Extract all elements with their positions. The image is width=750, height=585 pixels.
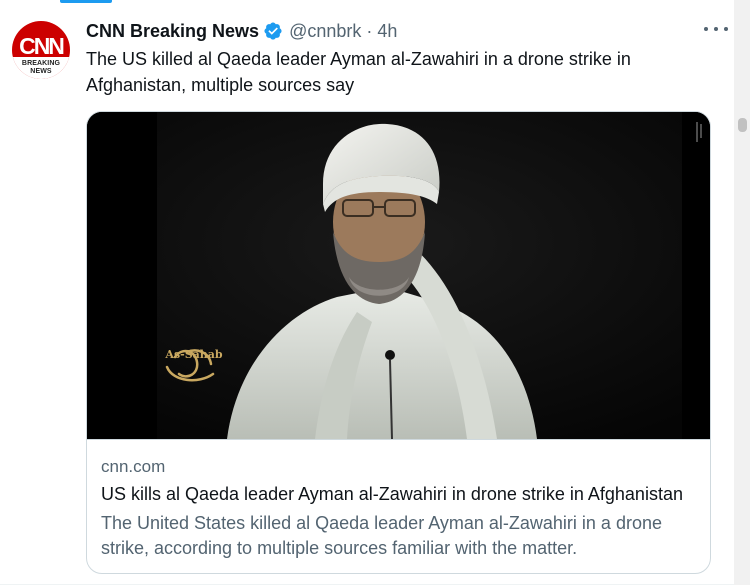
cnn-logo-text: CNN <box>19 32 65 59</box>
avatar-breaking-band: BREAKING NEWS <box>12 57 70 79</box>
card-body[interactable]: cnn.com US kills al Qaeda leader Ayman a… <box>87 456 710 561</box>
scrollbar-thumb[interactable] <box>738 118 747 132</box>
card-description: The United States killed al Qaeda leader… <box>101 513 662 558</box>
watermark-text: As-Sahab <box>165 348 223 361</box>
card-title: US kills al Qaeda leader Ayman al-Zawahi… <box>101 484 683 504</box>
card-domain: cnn.com <box>101 457 166 476</box>
separator: · <box>366 20 373 41</box>
avatar[interactable]: CNN BREAKING NEWS <box>12 21 70 79</box>
watermark: As-Sahab <box>157 344 231 361</box>
scrollbar[interactable] <box>734 0 750 585</box>
more-options-icon[interactable] <box>704 21 728 37</box>
card-image[interactable]: As-Sahab <box>87 112 710 440</box>
verified-badge-icon <box>264 22 282 40</box>
portrait-photo-icon <box>87 112 710 439</box>
link-card[interactable]: As-Sahab cnn.com US kills al Qaeda leade… <box>86 111 711 574</box>
tweet[interactable]: CNN BREAKING NEWS CNN Breaking News @cnn… <box>0 0 750 585</box>
tweet-text: The US killed al Qaeda leader Ayman al-Z… <box>86 49 631 95</box>
timestamp[interactable]: 4h <box>377 21 397 42</box>
avatar-line2: NEWS <box>30 68 52 75</box>
avatar-line1: BREAKING <box>21 60 61 67</box>
handle[interactable]: @cnnbrk <box>289 21 361 42</box>
tweet-header: CNN Breaking News @cnnbrk · 4h <box>86 19 397 43</box>
display-name[interactable]: CNN Breaking News <box>86 21 259 42</box>
